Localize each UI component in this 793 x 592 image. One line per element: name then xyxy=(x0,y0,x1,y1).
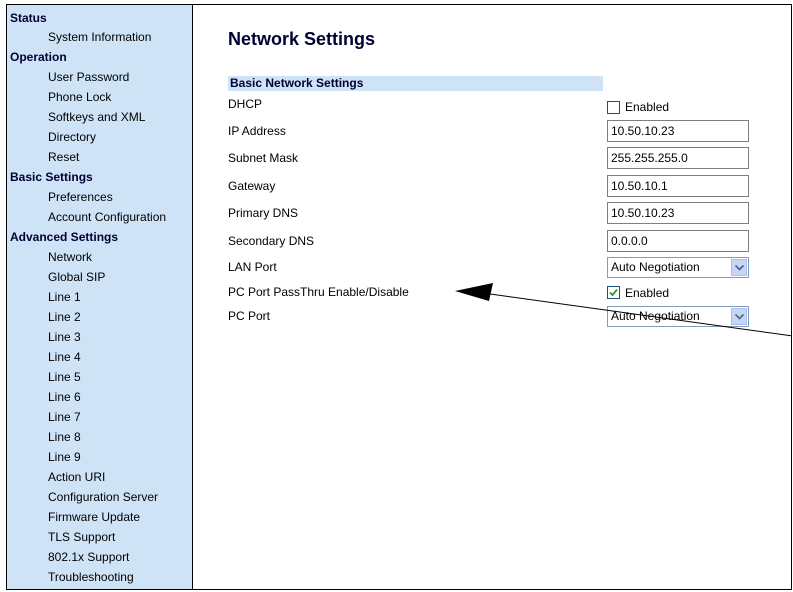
annotation-arrow xyxy=(455,283,791,337)
nav-section-operation[interactable]: Operation xyxy=(10,50,67,64)
nav-item-global-sip[interactable]: Global SIP xyxy=(48,270,105,284)
nav-item-account-configuration[interactable]: Account Configuration xyxy=(48,210,166,224)
browser-page: Status System Information Operation User… xyxy=(6,4,792,590)
nav-item-line-4[interactable]: Line 4 xyxy=(48,350,81,364)
nav-item-line-3[interactable]: Line 3 xyxy=(48,330,81,344)
nav-item-network[interactable]: Network xyxy=(48,250,92,264)
nav-item-action-uri[interactable]: Action URI xyxy=(48,470,105,484)
nav-item-directory[interactable]: Directory xyxy=(48,130,96,144)
nav-item-8021x-support[interactable]: 802.1x Support xyxy=(48,550,129,564)
sidebar-nav: Status System Information Operation User… xyxy=(7,5,193,589)
nav-item-line-1[interactable]: Line 1 xyxy=(48,290,81,304)
nav-section-status[interactable]: Status xyxy=(10,11,47,25)
nav-item-tls-support[interactable]: TLS Support xyxy=(48,530,115,544)
nav-item-line-6[interactable]: Line 6 xyxy=(48,390,81,404)
main-content: Network Settings Basic Network Settings … xyxy=(193,5,791,589)
nav-item-softkeys-xml[interactable]: Softkeys and XML xyxy=(48,110,145,124)
nav-item-troubleshooting[interactable]: Troubleshooting xyxy=(48,570,134,584)
nav-item-firmware-update[interactable]: Firmware Update xyxy=(48,510,140,524)
nav-item-line-7[interactable]: Line 7 xyxy=(48,410,81,424)
nav-item-user-password[interactable]: User Password xyxy=(48,70,129,84)
nav-item-line-8[interactable]: Line 8 xyxy=(48,430,81,444)
nav-item-line-5[interactable]: Line 5 xyxy=(48,370,81,384)
nav-item-line-2[interactable]: Line 2 xyxy=(48,310,81,324)
nav-section-advanced-settings[interactable]: Advanced Settings xyxy=(10,230,118,244)
nav-item-preferences[interactable]: Preferences xyxy=(48,190,113,204)
nav-item-phone-lock[interactable]: Phone Lock xyxy=(48,90,111,104)
nav-item-line-9[interactable]: Line 9 xyxy=(48,450,81,464)
nav-item-system-information[interactable]: System Information xyxy=(48,30,151,44)
nav-section-basic-settings[interactable]: Basic Settings xyxy=(10,170,93,184)
nav-item-configuration-server[interactable]: Configuration Server xyxy=(48,490,158,504)
nav-item-reset[interactable]: Reset xyxy=(48,150,79,164)
